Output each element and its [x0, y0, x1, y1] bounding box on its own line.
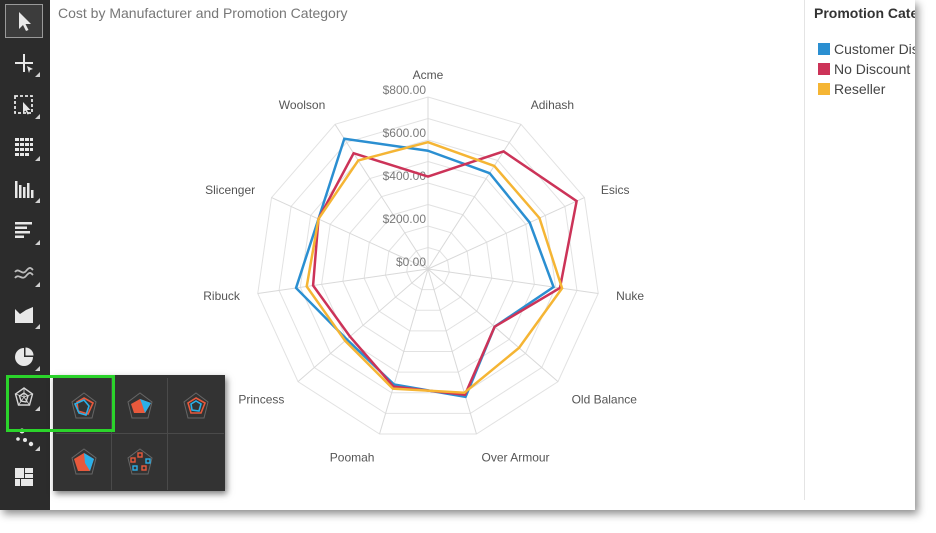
radial-tick-label: $800.00: [383, 83, 427, 97]
legend-item-no-discount[interactable]: No Discount: [818, 60, 910, 78]
radar-filled-option[interactable]: [112, 378, 168, 434]
legend-swatch: [818, 83, 830, 95]
radar-option-highlight: [6, 375, 115, 432]
radar-line-alt-option[interactable]: [168, 378, 224, 434]
category-label: Princess: [238, 392, 284, 406]
app-window: Cost by Manufacturer and Promotion Categ…: [0, 0, 915, 510]
category-label: Over Armour: [482, 450, 550, 464]
radar-point-chart-icon: [126, 448, 153, 475]
category-label: Old Balance: [572, 392, 638, 406]
grid-spoke: [427, 268, 599, 294]
legend-item-customer-discount[interactable]: Customer Discount: [818, 40, 915, 58]
legend-swatch: [818, 63, 830, 75]
legend-item-reseller[interactable]: Reseller: [818, 80, 885, 98]
category-label: Adihash: [531, 98, 574, 112]
category-label: Nuke: [616, 289, 644, 303]
category-label: Acme: [413, 68, 444, 82]
radar-point-option[interactable]: [112, 434, 168, 490]
radar-filled-alt-chart-icon: [70, 448, 97, 475]
radial-tick-label: $600.00: [383, 126, 427, 140]
legend-label: No Discount: [834, 61, 911, 77]
radial-tick-label: $400.00: [383, 169, 427, 183]
radar-filled-alt-option[interactable]: [56, 434, 112, 490]
category-label: Ribuck: [203, 289, 241, 303]
category-label: Woolson: [279, 98, 325, 112]
radial-tick-label: $200.00: [383, 212, 427, 226]
legend-title: Promotion Category: [814, 5, 915, 21]
legend-divider: [804, 0, 805, 500]
radar-line-alt-chart-icon: [183, 391, 209, 418]
radar-filled-chart-icon: [126, 391, 153, 418]
legend-label: Reseller: [834, 81, 886, 97]
legend-label: Customer Discount: [834, 41, 915, 57]
category-label: Slicenger: [205, 183, 255, 197]
radial-tick-label: $0.00: [396, 255, 426, 269]
category-label: Esics: [601, 183, 630, 197]
grid-spoke: [257, 268, 429, 294]
legend-swatch: [818, 43, 830, 55]
category-label: Poomah: [330, 450, 375, 464]
